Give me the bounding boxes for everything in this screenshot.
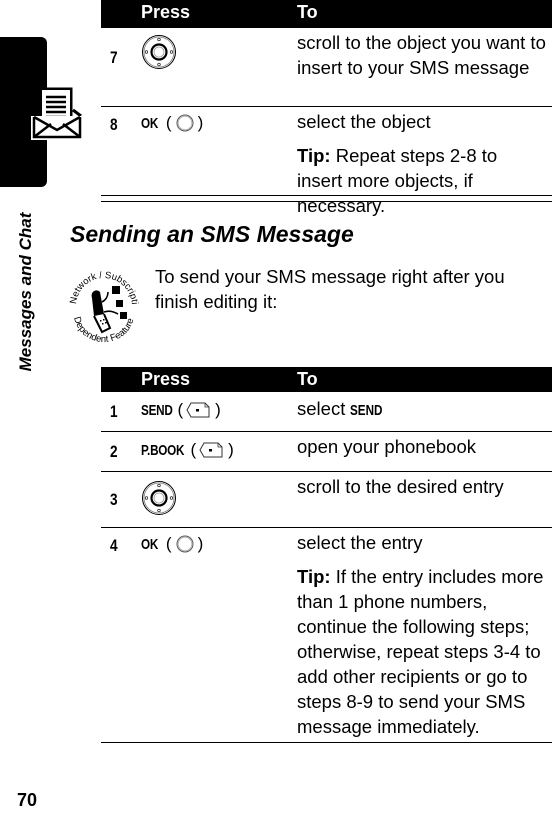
right-soft-key-icon <box>186 402 210 418</box>
steps-table-send: Press To 1 SEND ( ) select SEND 2 P.BOOK… <box>101 367 552 743</box>
envelope-message-icon <box>31 87 83 140</box>
step-action: select the object <box>297 111 431 132</box>
step-number: 2 <box>110 442 118 461</box>
step-description: select the entry Tip: If the entry inclu… <box>297 530 546 739</box>
step-action: select <box>297 398 351 419</box>
navigation-key-icon <box>142 35 176 69</box>
table-row: 1 SEND ( ) select SEND <box>101 392 552 432</box>
step-description: scroll to the object you want to insert … <box>297 32 546 78</box>
step-number: 3 <box>110 490 118 509</box>
steps-table-insert: Press To 7 scroll to the object you want… <box>101 0 552 216</box>
table-row: 3 scroll to the desired entry <box>101 472 552 528</box>
header-to: To <box>297 369 318 389</box>
table-row: 2 P.BOOK ( ) open your phonebook <box>101 432 552 472</box>
step-number: 8 <box>110 115 118 134</box>
table-header: Press To <box>101 0 552 28</box>
center-select-key-icon <box>176 114 194 132</box>
intro-paragraph: To send your SMS message right after you… <box>155 266 505 312</box>
step-number: 4 <box>110 536 118 555</box>
tip-text: Tip: If the entry includes more than 1 p… <box>297 564 546 739</box>
ok-key-label: OK <box>141 114 159 132</box>
page-number: 70 <box>17 790 38 810</box>
paren-open: ( <box>190 440 197 459</box>
svg-text:Network / Subscription: Network / Subscription <box>66 262 140 305</box>
send-key-label: SEND <box>350 402 383 419</box>
table-header: Press To <box>101 367 552 392</box>
tip-label: Tip: <box>297 566 331 587</box>
step-action: select the entry <box>297 532 423 553</box>
header-to: To <box>297 2 318 22</box>
send-key-label: SEND <box>141 401 173 419</box>
paren-open: ( <box>165 113 172 132</box>
table-row: 8 OK ( ) select the object Tip: Repeat s… <box>101 107 552 216</box>
paren-close: ) <box>215 400 221 419</box>
section-heading: Sending an SMS Message <box>70 221 354 247</box>
paren-close: ) <box>197 534 204 553</box>
phonebook-key-label: P.BOOK <box>141 441 185 459</box>
tip-text: Tip: Repeat steps 2-8 to insert more obj… <box>297 143 546 218</box>
table-row: 4 OK ( ) select the entry Tip: If the en… <box>101 528 552 743</box>
paren-open: ( <box>165 534 172 553</box>
chapter-label: Messages and Chat <box>16 212 35 372</box>
tip-label: Tip: <box>297 145 331 166</box>
paren-close: ) <box>197 113 204 132</box>
paren-open: ( <box>177 400 184 419</box>
step-number: 7 <box>110 48 118 67</box>
ok-key-label: OK <box>141 535 159 553</box>
navigation-key-icon <box>142 481 176 515</box>
header-press: Press <box>141 369 191 389</box>
header-press: Press <box>141 2 191 22</box>
step-description: select SEND <box>297 396 546 423</box>
tip-body: If the entry includes more than 1 phone … <box>297 566 544 737</box>
step-number: 1 <box>110 402 118 421</box>
step-description: open your phonebook <box>297 436 476 457</box>
paren-close: ) <box>228 440 234 459</box>
right-soft-key-icon <box>199 442 223 458</box>
center-select-key-icon <box>176 535 194 553</box>
network-subscription-dependent-feature-icon: Network / Subscription Dependent Feature <box>66 262 140 345</box>
table-end-rule <box>101 195 552 202</box>
step-description: scroll to the desired entry <box>297 476 504 497</box>
table-row: 7 scroll to the object you want to inser… <box>101 28 552 107</box>
